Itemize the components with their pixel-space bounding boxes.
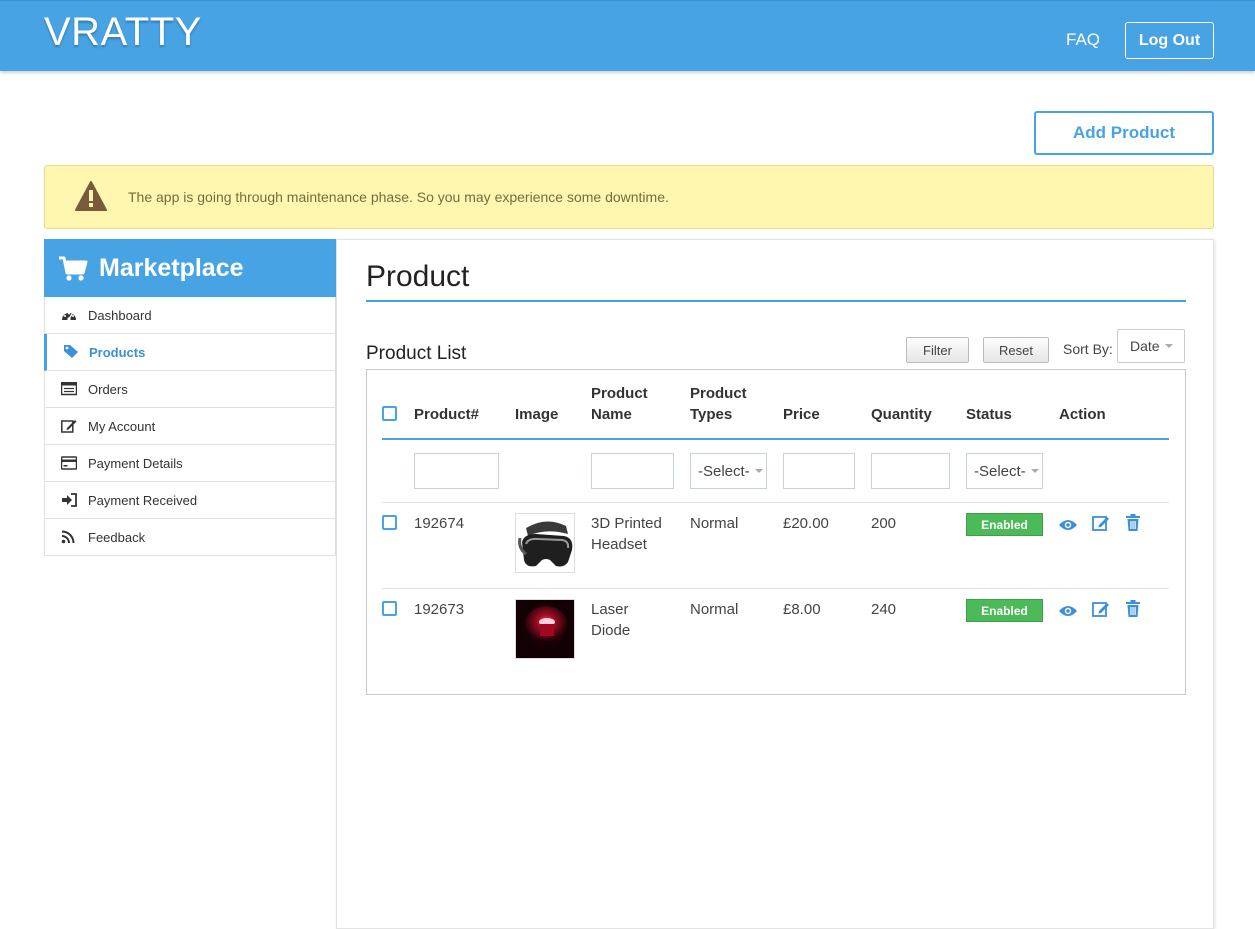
trash-icon[interactable] bbox=[1123, 514, 1143, 532]
chevron-down-icon bbox=[1164, 344, 1173, 348]
alert-message: The app is going through maintenance pha… bbox=[128, 189, 669, 205]
product-no-filter-input[interactable] bbox=[414, 453, 499, 489]
column-header-product-no[interactable]: Product# bbox=[414, 404, 479, 425]
row-checkbox[interactable] bbox=[382, 515, 397, 530]
sidebar-item-label: Products bbox=[89, 344, 146, 360]
row-divider bbox=[382, 588, 1169, 589]
page-title: Product bbox=[366, 260, 470, 293]
column-header-product-name[interactable]: Product Name bbox=[591, 383, 648, 425]
tag-icon bbox=[64, 345, 78, 358]
sidebar-item-label: Payment Details bbox=[88, 455, 183, 471]
product-image-headset[interactable] bbox=[515, 513, 575, 573]
column-header-action: Action bbox=[1059, 406, 1106, 423]
price-filter-input[interactable] bbox=[783, 453, 855, 489]
warning-icon bbox=[75, 181, 107, 211]
sign-in-icon bbox=[62, 493, 77, 507]
sort-by-label: Sort By: bbox=[1063, 341, 1113, 357]
status-badge[interactable]: Enabled bbox=[966, 599, 1043, 622]
add-product-button[interactable]: Add Product bbox=[1034, 111, 1214, 155]
laser-diode-image bbox=[516, 600, 574, 658]
maintenance-alert: The app is going through maintenance pha… bbox=[44, 165, 1214, 229]
sidebar-item-dashboard[interactable]: Dashboard bbox=[44, 297, 336, 334]
product-price: £20.00 bbox=[783, 515, 829, 532]
view-eye-icon[interactable] bbox=[1058, 516, 1078, 534]
main-content: Product Product List Filter Reset Sort B… bbox=[336, 239, 1214, 929]
sidebar: Marketplace Dashboard Products Orders My… bbox=[44, 239, 336, 556]
sidebar-item-label: Payment Received bbox=[88, 492, 198, 508]
product-type: Normal bbox=[690, 601, 739, 618]
sidebar-item-orders[interactable]: Orders bbox=[44, 371, 336, 408]
sidebar-item-label: Orders bbox=[88, 381, 128, 397]
row-divider bbox=[382, 502, 1169, 503]
top-header: VRATTY FAQ Log Out bbox=[0, 0, 1255, 71]
sidebar-item-label: My Account bbox=[88, 418, 156, 434]
product-type: Normal bbox=[690, 515, 739, 532]
sidebar-item-feedback[interactable]: Feedback bbox=[44, 519, 336, 556]
column-header-status[interactable]: Status bbox=[966, 404, 1012, 425]
list-icon bbox=[61, 382, 77, 396]
product-quantity: 200 bbox=[871, 515, 897, 532]
product-table: Product# Image Product Name Product Type… bbox=[366, 369, 1186, 695]
product-list-title: Product List bbox=[366, 343, 467, 364]
product-id: 192674 bbox=[414, 515, 465, 532]
sort-by-value: Date bbox=[1130, 338, 1160, 354]
product-image-laser[interactable] bbox=[515, 599, 575, 659]
faq-link[interactable]: FAQ bbox=[1066, 30, 1100, 50]
sidebar-title: Marketplace bbox=[99, 254, 244, 282]
filter-button[interactable]: Filter bbox=[906, 337, 969, 363]
header-divider bbox=[382, 438, 1169, 440]
product-price: £8.00 bbox=[783, 601, 821, 618]
rss-icon bbox=[61, 530, 75, 544]
shopping-cart-icon bbox=[59, 256, 88, 281]
logout-button[interactable]: Log Out bbox=[1125, 22, 1214, 59]
status-badge[interactable]: Enabled bbox=[966, 513, 1043, 536]
reset-button[interactable]: Reset bbox=[983, 337, 1049, 363]
sidebar-item-label: Feedback bbox=[88, 529, 146, 545]
chevron-down-icon bbox=[754, 469, 763, 473]
sidebar-item-payment-details[interactable]: Payment Details bbox=[44, 445, 336, 482]
product-type-filter-select[interactable]: -Select- bbox=[690, 453, 767, 489]
quantity-filter-input[interactable] bbox=[871, 453, 950, 489]
row-checkbox[interactable] bbox=[382, 601, 397, 616]
sidebar-item-my-account[interactable]: My Account bbox=[44, 408, 336, 445]
product-name[interactable]: 3D Printed Headset bbox=[591, 513, 662, 555]
product-name[interactable]: Laser Diode bbox=[591, 599, 630, 641]
vr-headset-image bbox=[516, 514, 574, 572]
product-name-filter-input[interactable] bbox=[591, 453, 674, 489]
select-all-checkbox[interactable] bbox=[382, 406, 397, 421]
status-filter-select[interactable]: -Select- bbox=[966, 453, 1043, 489]
column-header-price[interactable]: Price bbox=[783, 404, 820, 425]
sidebar-item-products[interactable]: Products bbox=[44, 334, 336, 371]
sidebar-header: Marketplace bbox=[44, 239, 336, 297]
product-id: 192673 bbox=[414, 601, 465, 618]
app-logo[interactable]: VRATTY bbox=[44, 10, 202, 55]
column-header-product-types[interactable]: Product Types bbox=[690, 383, 747, 425]
credit-card-icon bbox=[61, 456, 77, 470]
view-eye-icon[interactable] bbox=[1058, 602, 1078, 620]
sidebar-item-payment-received[interactable]: Payment Received bbox=[44, 482, 336, 519]
chevron-down-icon bbox=[1030, 469, 1039, 473]
column-header-quantity[interactable]: Quantity bbox=[871, 404, 932, 425]
title-divider bbox=[366, 300, 1186, 302]
edit-icon[interactable] bbox=[1091, 600, 1111, 618]
column-header-image: Image bbox=[515, 406, 559, 423]
sidebar-item-label: Dashboard bbox=[88, 307, 152, 323]
edit-icon[interactable] bbox=[1091, 514, 1111, 532]
edit-icon bbox=[61, 420, 77, 433]
product-quantity: 240 bbox=[871, 601, 897, 618]
sort-by-select[interactable]: Date bbox=[1117, 329, 1185, 363]
dashboard-icon bbox=[62, 312, 76, 321]
trash-icon[interactable] bbox=[1123, 600, 1143, 618]
